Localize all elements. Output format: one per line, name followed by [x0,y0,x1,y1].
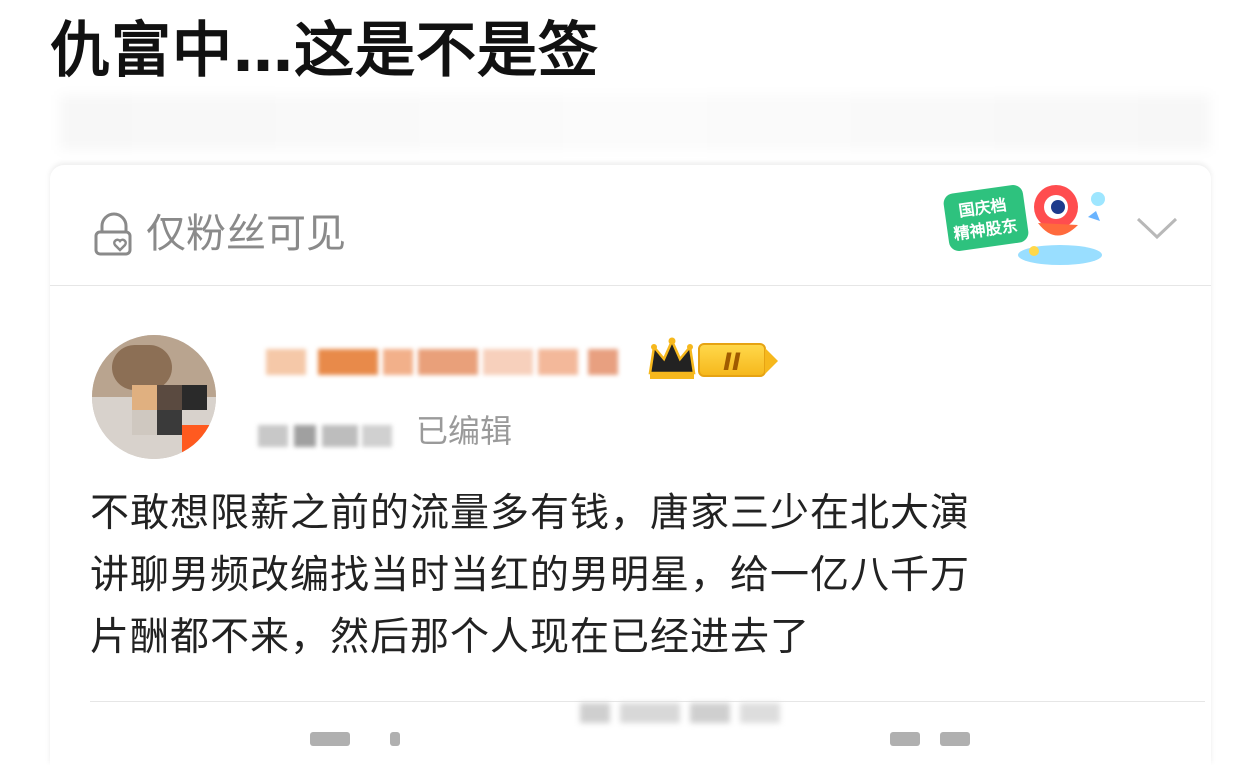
comment-button[interactable] [390,732,400,746]
post-card: 仅粉丝可见 国庆档 精神股东 II 已编辑 不敢想限薪之前的流量多有钱，唐家三少… [50,165,1211,765]
lock-icon [94,212,132,256]
post-header: II 已编辑 [50,285,1211,475]
visibility-label: 仅粉丝可见 [146,211,346,257]
crown-icon [648,337,696,379]
watermark-redacted [580,695,790,731]
timestamp-redacted [258,415,398,455]
post-body: 不敢想限薪之前的流量多有钱，唐家三少在北大演 讲聊男频改编找当时当红的男明星，给… [90,483,1180,669]
background-blur [60,95,1210,150]
post-actions [290,730,990,750]
post-body-line: 不敢想限薪之前的流量多有钱，唐家三少在北大演 [90,491,971,536]
chevron-down-icon[interactable] [1132,211,1182,245]
page-title: 仇富中…这是不是签 [50,16,599,86]
visibility-bar: 仅粉丝可见 国庆档 精神股东 [50,165,1211,286]
edited-label: 已编辑 [416,412,513,450]
avatar[interactable] [92,335,216,459]
like-button[interactable] [890,732,920,746]
level-badge: II [698,343,778,377]
username-redacted[interactable] [258,335,643,395]
share-button[interactable] [310,732,350,746]
like-count [940,732,970,746]
post-body-line: 讲聊男频改编找当时当红的男明星，给一亿八千万 [90,553,971,598]
post-body-line: 片酬都不来，然后那个人现在已经进去了 [90,615,811,660]
event-badge-icon: 国庆档 精神股东 [943,185,1105,265]
